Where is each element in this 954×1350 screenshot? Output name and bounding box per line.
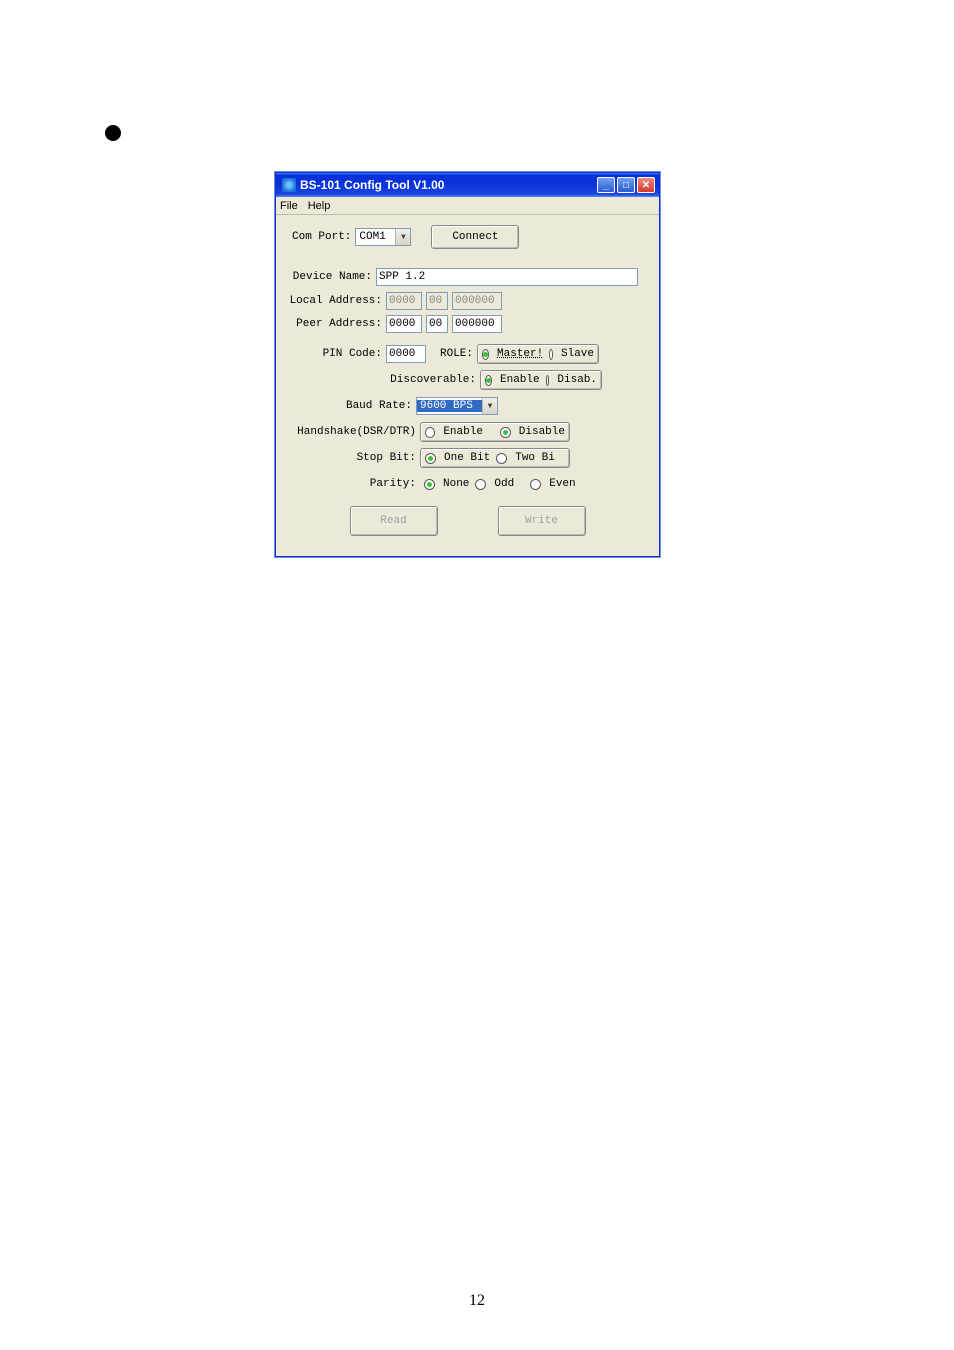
bullet-point bbox=[105, 125, 121, 141]
read-button: Read bbox=[350, 506, 438, 536]
discoverable-enable-radio[interactable] bbox=[485, 375, 492, 386]
discoverable-label: Discoverable: bbox=[280, 374, 480, 386]
discoverable-disable-radio[interactable] bbox=[546, 375, 550, 386]
handshake-enable-label[interactable]: Enable bbox=[443, 426, 483, 438]
role-slave-radio[interactable] bbox=[549, 349, 553, 360]
handshake-label: Handshake(DSR/DTR) bbox=[280, 426, 420, 438]
close-button[interactable]: ✕ bbox=[637, 177, 655, 193]
stop-two-radio[interactable] bbox=[496, 453, 507, 464]
parity-none-radio[interactable] bbox=[424, 479, 435, 490]
local-addr-c bbox=[452, 292, 502, 310]
titlebar[interactable]: BS-101 Config Tool V1.00 _ □ ✕ bbox=[276, 173, 659, 197]
device-name-label: Device Name: bbox=[284, 271, 376, 283]
discoverable-group: Enable Disab. bbox=[480, 370, 602, 390]
parity-odd-radio[interactable] bbox=[475, 479, 486, 490]
pin-code-label: PIN Code: bbox=[280, 348, 386, 360]
baud-rate-select[interactable]: 9600 BPS ▼ bbox=[416, 397, 498, 415]
connect-button[interactable]: Connect bbox=[431, 225, 519, 249]
parity-even-label[interactable]: Even bbox=[549, 478, 575, 490]
local-addr-a bbox=[386, 292, 422, 310]
com-port-select[interactable]: COM1 ▼ bbox=[355, 228, 411, 246]
discoverable-disable-label[interactable]: Disab. bbox=[557, 374, 597, 386]
role-master-label[interactable]: Master! bbox=[497, 348, 543, 360]
handshake-enable-radio[interactable] bbox=[425, 427, 435, 438]
window-controls: _ □ ✕ bbox=[597, 177, 655, 193]
stop-one-radio[interactable] bbox=[425, 453, 436, 464]
parity-even-radio[interactable] bbox=[530, 479, 541, 490]
parity-none-label[interactable]: None bbox=[443, 478, 469, 490]
local-address-label: Local Address: bbox=[280, 295, 386, 307]
write-button: Write bbox=[498, 506, 586, 536]
menubar: File Help bbox=[276, 197, 659, 215]
pin-code-input[interactable] bbox=[386, 345, 426, 363]
handshake-disable-label[interactable]: Disable bbox=[519, 426, 565, 438]
chevron-down-icon[interactable]: ▼ bbox=[395, 229, 410, 245]
menu-file[interactable]: File bbox=[280, 200, 298, 212]
menu-help[interactable]: Help bbox=[308, 200, 331, 212]
role-group: Master! Slave bbox=[477, 344, 599, 364]
role-label: ROLE: bbox=[440, 348, 477, 360]
parity-label: Parity: bbox=[280, 478, 420, 490]
peer-address-label: Peer Address: bbox=[280, 318, 386, 330]
stop-one-label[interactable]: One Bit bbox=[444, 452, 490, 464]
chevron-down-icon[interactable]: ▼ bbox=[482, 398, 497, 414]
peer-addr-a[interactable] bbox=[386, 315, 422, 333]
app-icon bbox=[282, 178, 296, 192]
com-port-label: Com Port: bbox=[292, 231, 355, 243]
com-port-value: COM1 bbox=[356, 231, 395, 243]
parity-group: None Odd Even bbox=[420, 474, 590, 494]
config-tool-window: BS-101 Config Tool V1.00 _ □ ✕ File Help… bbox=[275, 172, 660, 557]
device-name-input[interactable] bbox=[376, 268, 638, 286]
minimize-button[interactable]: _ bbox=[597, 177, 615, 193]
handshake-group: Enable Disable bbox=[420, 422, 570, 442]
client-area: Com Port: COM1 ▼ Connect Device Name: Lo… bbox=[276, 215, 659, 556]
handshake-disable-radio[interactable] bbox=[500, 427, 510, 438]
maximize-button[interactable]: □ bbox=[617, 177, 635, 193]
role-slave-label[interactable]: Slave bbox=[561, 348, 594, 360]
window-title: BS-101 Config Tool V1.00 bbox=[300, 178, 597, 192]
stop-bit-group: One Bit Two Bi bbox=[420, 448, 570, 468]
peer-addr-c[interactable] bbox=[452, 315, 502, 333]
baud-rate-value: 9600 BPS bbox=[417, 400, 482, 412]
peer-addr-b[interactable] bbox=[426, 315, 448, 333]
role-master-radio[interactable] bbox=[482, 349, 489, 360]
stop-bit-label: Stop Bit: bbox=[280, 452, 420, 464]
local-addr-b bbox=[426, 292, 448, 310]
discoverable-enable-label[interactable]: Enable bbox=[500, 374, 540, 386]
stop-two-label[interactable]: Two Bi bbox=[515, 452, 555, 464]
baud-rate-label: Baud Rate: bbox=[280, 400, 416, 412]
parity-odd-label[interactable]: Odd bbox=[494, 478, 514, 490]
page-number: 12 bbox=[0, 1292, 954, 1310]
